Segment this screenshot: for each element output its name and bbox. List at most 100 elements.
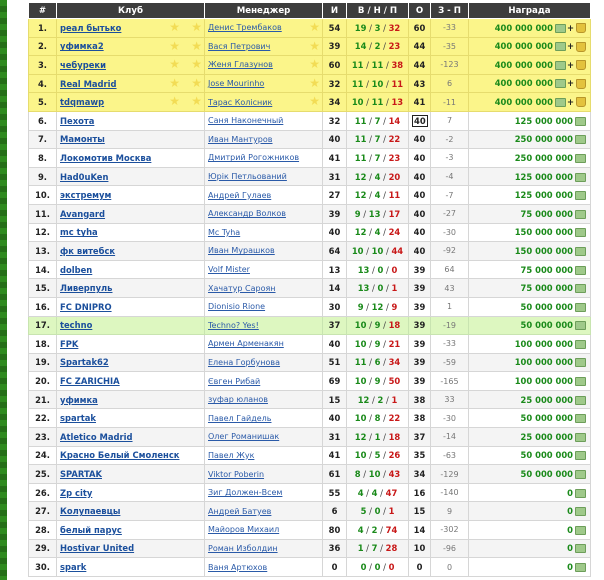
club-link[interactable]: FC DNIPRO (56, 296, 205, 317)
manager-name[interactable]: Роман Изболдин (208, 544, 278, 553)
club-link[interactable]: Zp city (56, 482, 205, 503)
club-link[interactable]: уфимка (56, 389, 205, 410)
club-link[interactable]: чебуреки ★ ★ (56, 55, 205, 75)
manager-link[interactable]: Mc Tyha (204, 222, 323, 243)
manager-name[interactable]: Майоров Михаил (208, 525, 279, 534)
manager-name[interactable]: Андрей Батуев (208, 507, 271, 516)
manager-name[interactable]: Тарас Колісник (208, 98, 272, 107)
club-link[interactable]: Ливерпуль (56, 278, 205, 298)
club-name[interactable]: Ливерпуль (60, 283, 112, 293)
manager-name[interactable]: Павел Гайдель (208, 414, 271, 423)
manager-link[interactable]: Techno? Yes! (204, 315, 323, 336)
club-name[interactable]: FC ZARICHIA (60, 376, 120, 386)
manager-name[interactable]: Volf Mister (208, 265, 250, 274)
club-name[interactable]: Had0uKen (60, 172, 108, 182)
club-name[interactable]: FPK (60, 339, 78, 349)
manager-link[interactable]: Андрей Гулаев (204, 185, 323, 205)
manager-link[interactable]: Елена Горбунова (204, 352, 323, 373)
header-wdl[interactable]: В / Н / П (346, 2, 409, 19)
club-link[interactable]: Hostivar United (56, 538, 205, 559)
club-link[interactable]: FPK (56, 334, 205, 354)
manager-name[interactable]: Techno? Yes! (208, 321, 259, 330)
manager-name[interactable]: Андрей Гулаев (208, 191, 271, 200)
club-link[interactable]: Had0uKen (56, 166, 205, 187)
manager-link[interactable]: Денис Трембаков ★ (204, 18, 323, 38)
club-name[interactable]: spark (60, 562, 86, 572)
club-link[interactable]: dolben (56, 259, 205, 280)
manager-link[interactable]: Дмитрий Рогожников (204, 148, 323, 168)
manager-name[interactable]: Jose Mourinho (208, 79, 264, 88)
club-name[interactable]: Hostivar United (60, 543, 134, 553)
manager-name[interactable]: Ваня Артюхов (208, 563, 267, 572)
manager-name[interactable]: Армен Арменакян (208, 339, 284, 348)
club-name[interactable]: Красно Белый Смоленск (60, 450, 179, 460)
club-name[interactable]: белый парус (60, 525, 122, 535)
manager-link[interactable]: Павел Гайдель (204, 408, 323, 429)
club-name[interactable]: tdqmawp (60, 97, 104, 107)
manager-name[interactable]: Александр Волков (208, 209, 286, 218)
header-prize[interactable]: Награда (468, 2, 591, 19)
manager-name[interactable]: Вася Петрович (208, 42, 270, 51)
header-rank[interactable]: # (28, 2, 57, 19)
club-link[interactable]: Локомотив Москва (56, 148, 205, 168)
manager-link[interactable]: Вася Петрович ★ (204, 36, 323, 57)
club-name[interactable]: Spartak62 (60, 357, 109, 367)
club-link[interactable]: уфимка2 ★ ★ (56, 36, 205, 57)
club-name[interactable]: Колупаевцы (60, 506, 120, 516)
club-name[interactable]: экстремум (60, 190, 111, 200)
club-link[interactable]: белый парус (56, 520, 205, 540)
club-link[interactable]: Spartak62 (56, 352, 205, 373)
manager-link[interactable]: Ваня Артюхов (204, 557, 323, 577)
header-games[interactable]: И (322, 2, 347, 19)
club-name[interactable]: Zp city (60, 488, 92, 498)
manager-link[interactable]: Армен Арменакян (204, 334, 323, 354)
manager-link[interactable]: Иван Мантуров (204, 129, 323, 150)
club-name[interactable]: реал бытько (60, 23, 121, 33)
manager-name[interactable]: Иван Мурашков (208, 246, 275, 255)
manager-name[interactable]: Саня Наконечный (208, 116, 283, 125)
club-link[interactable]: mc tyha (56, 222, 205, 243)
manager-name[interactable]: Хачатур Сароян (208, 284, 276, 293)
manager-name[interactable]: зуфар юланов (208, 395, 268, 404)
manager-link[interactable]: Тарас Колісник ★ (204, 92, 323, 112)
manager-name[interactable]: Женя Глазунов (208, 60, 273, 69)
manager-name[interactable]: Дмитрий Рогожников (208, 153, 299, 162)
club-name[interactable]: чебуреки (60, 60, 106, 70)
manager-name[interactable]: Зиг Должен-Всем (208, 488, 282, 497)
manager-link[interactable]: Роман Изболдин (204, 538, 323, 559)
club-name[interactable]: Real Madrid (60, 79, 117, 89)
club-link[interactable]: SPARTAK (56, 464, 205, 484)
manager-link[interactable]: Женя Глазунов ★ (204, 55, 323, 75)
club-link[interactable]: Atletico Madrid (56, 427, 205, 447)
manager-link[interactable]: Зиг Должен-Всем (204, 482, 323, 503)
club-link[interactable]: экстремум (56, 185, 205, 205)
club-name[interactable]: SPARTAK (60, 469, 102, 479)
manager-name[interactable]: Юрік Петльований (208, 172, 287, 181)
club-name[interactable]: Локомотив Москва (60, 153, 151, 163)
manager-link[interactable]: Dionisio Rione (204, 296, 323, 317)
manager-link[interactable]: Павел Жук (204, 445, 323, 466)
manager-name[interactable]: Mc Tyha (208, 228, 240, 237)
club-link[interactable]: Красно Белый Смоленск (56, 445, 205, 466)
manager-name[interactable]: Павел Жук (208, 451, 254, 460)
club-link[interactable]: FC ZARICHIA (56, 371, 205, 391)
club-link[interactable]: tdqmawp ★ ★ (56, 92, 205, 112)
manager-link[interactable]: Юрік Петльований (204, 166, 323, 187)
manager-link[interactable]: Саня Наконечный (204, 110, 323, 131)
club-name[interactable]: Пехота (60, 116, 94, 126)
club-name[interactable]: dolben (60, 265, 92, 275)
club-name[interactable]: spartak (60, 413, 96, 423)
manager-name[interactable]: Иван Мантуров (208, 135, 273, 144)
manager-name[interactable]: Dionisio Rione (208, 302, 265, 311)
club-name[interactable]: фк витебск (60, 246, 115, 256)
manager-name[interactable]: Євген Рибай (208, 377, 260, 386)
club-name[interactable]: Мамонты (60, 134, 105, 144)
club-link[interactable]: techno (56, 315, 205, 336)
manager-name[interactable]: Денис Трембаков (208, 23, 282, 32)
club-link[interactable]: Real Madrid ★ ★ (56, 73, 205, 94)
manager-link[interactable]: Александр Волков (204, 203, 323, 224)
header-club[interactable]: Клуб (56, 2, 205, 19)
club-name[interactable]: FC DNIPRO (60, 302, 112, 312)
club-link[interactable]: реал бытько ★ ★ (56, 18, 205, 38)
manager-link[interactable]: Євген Рибай (204, 371, 323, 391)
